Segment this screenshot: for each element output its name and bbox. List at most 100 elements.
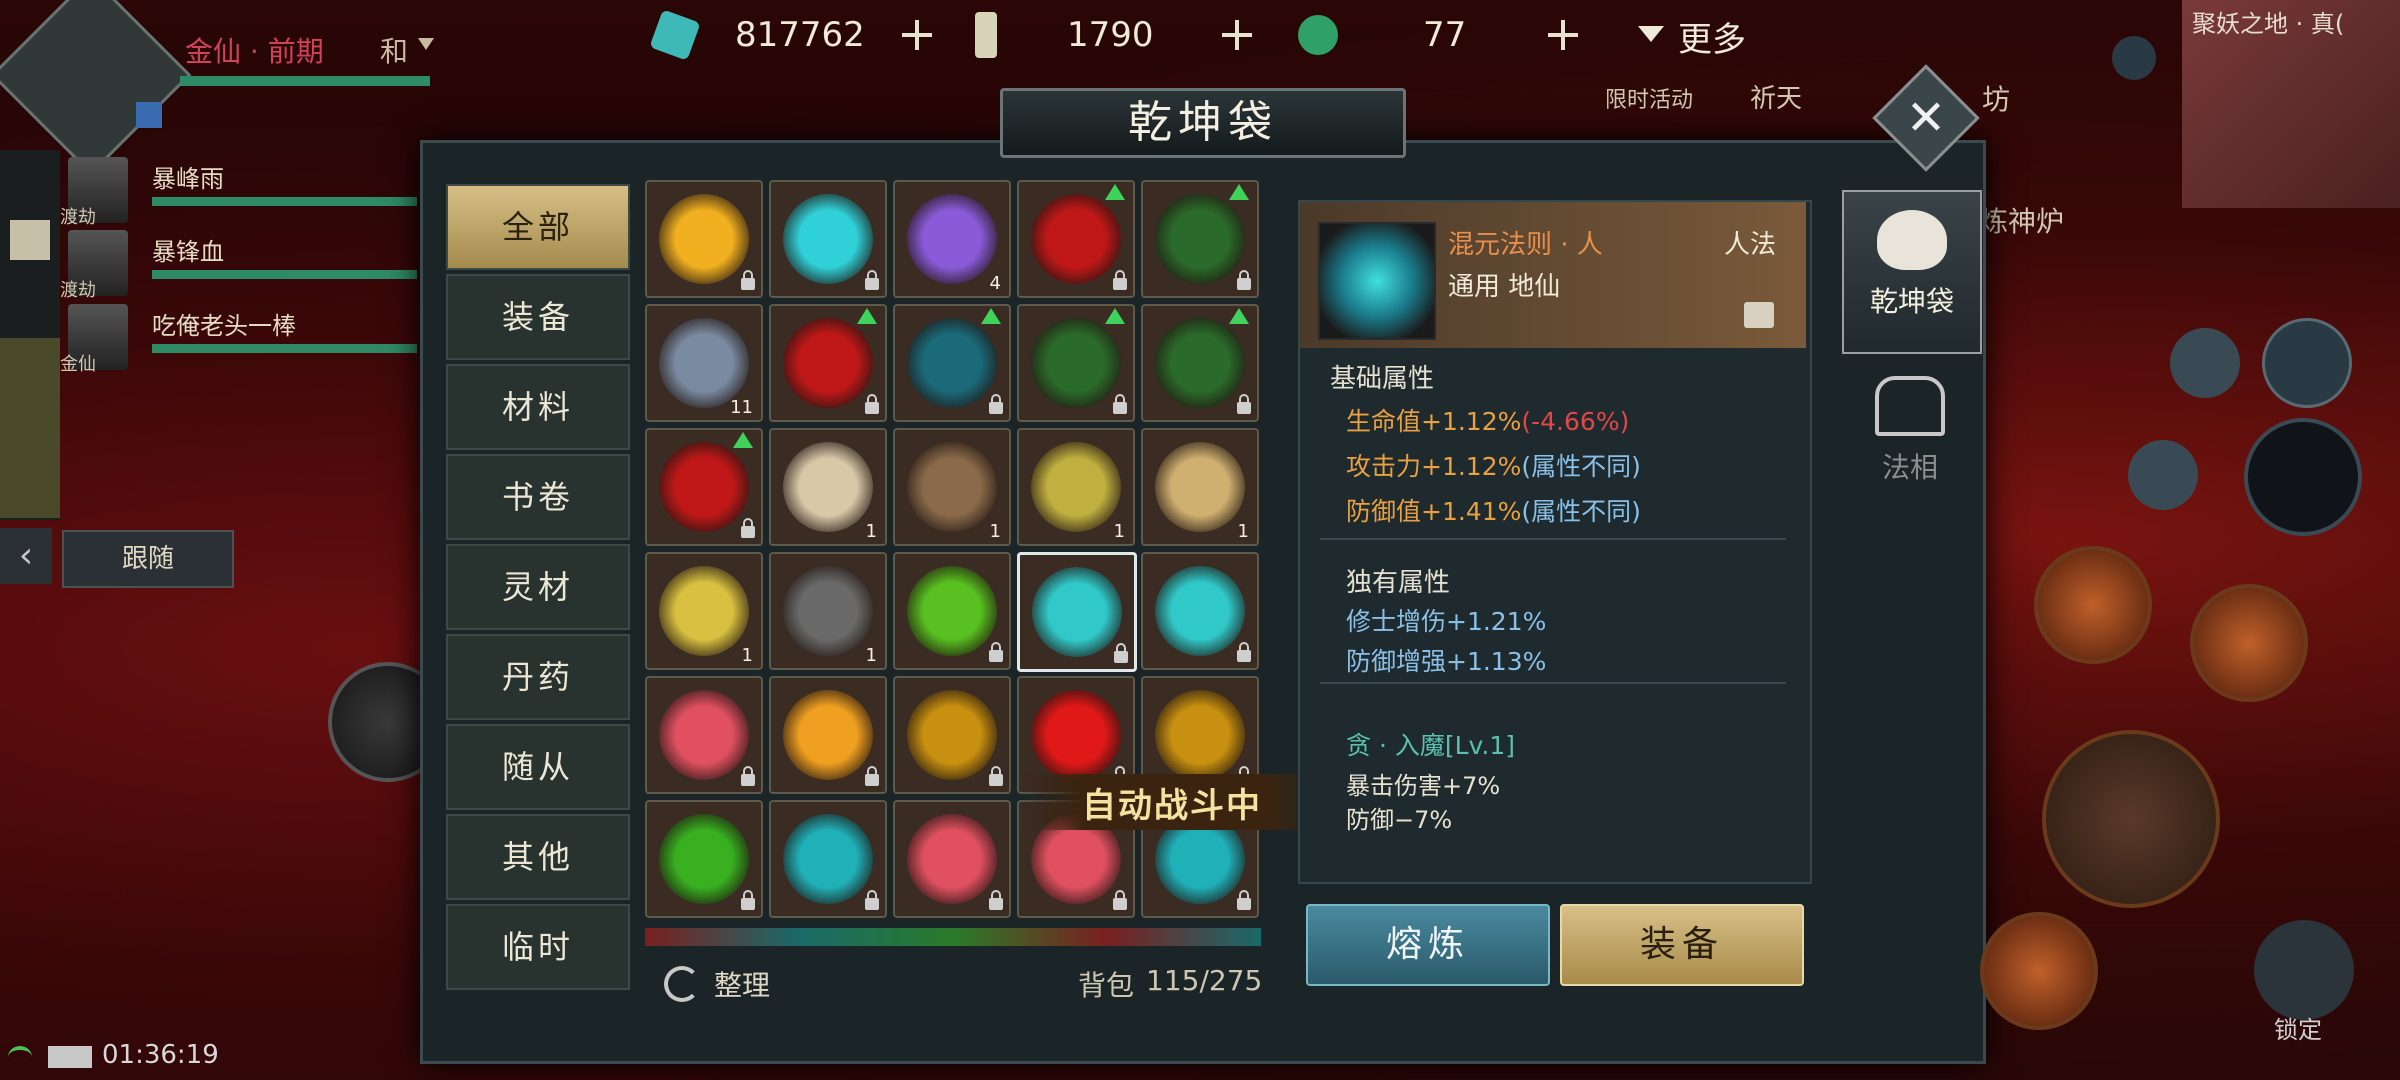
skill-2-icon[interactable]	[2190, 584, 2308, 702]
attr-def-value: 防御值+1.41%	[1346, 497, 1522, 526]
arrow-left-icon[interactable]	[2128, 440, 2198, 510]
sort-button[interactable]: 整理	[714, 964, 770, 1004]
party-member[interactable]: 暴锋血 渡劫	[60, 228, 417, 301]
inventory-slot[interactable]	[1141, 180, 1259, 298]
inventory-slot[interactable]	[645, 676, 763, 794]
inventory-slot[interactable]: 1	[1017, 428, 1135, 546]
party-member[interactable]: 暴峰雨 渡劫	[60, 155, 417, 228]
lock-icon	[865, 766, 879, 786]
inventory-slot[interactable]: 1	[893, 428, 1011, 546]
item-icon	[1031, 318, 1121, 408]
yin-yang-icon[interactable]	[2244, 418, 2362, 536]
inventory-slot[interactable]: 1	[769, 428, 887, 546]
inventory-slot[interactable]: 1	[645, 552, 763, 670]
inventory-slot[interactable]	[1017, 304, 1135, 422]
tab-all[interactable]: 全部	[446, 184, 630, 270]
inventory-slot[interactable]	[1141, 304, 1259, 422]
inventory-slot[interactable]	[645, 180, 763, 298]
item-count: 11	[730, 397, 753, 418]
inventory-slot[interactable]	[645, 800, 763, 918]
member-realm: 渡劫	[60, 207, 96, 228]
item-icon	[907, 442, 997, 532]
lock-icon	[1113, 394, 1127, 414]
more-chevron-icon[interactable]	[1638, 26, 1664, 42]
collapse-left-icon[interactable]: ‹	[0, 528, 52, 584]
limited-event-label[interactable]: 限时活动	[1605, 82, 1693, 114]
item-icon	[1155, 194, 1245, 284]
tab-books[interactable]: 书卷	[446, 454, 630, 540]
bag-icon	[1877, 210, 1947, 270]
chevron-down-icon[interactable]	[418, 38, 434, 50]
inventory-slot[interactable]: 1	[769, 552, 887, 670]
inventory-slot[interactable]	[893, 304, 1011, 422]
add-ring-button[interactable]	[1546, 18, 1580, 52]
member-name: 暴峰雨	[152, 165, 224, 193]
inventory-slot[interactable]	[1017, 552, 1137, 672]
grid-overflow-row	[645, 928, 1261, 946]
lock-icon	[1237, 270, 1251, 290]
skill-1-icon[interactable]	[2034, 546, 2152, 664]
flag-tab-icon[interactable]	[0, 338, 60, 518]
expand-arrow-icon[interactable]	[2112, 36, 2156, 80]
item-count: 1	[1113, 521, 1125, 542]
weapon-attack-icon[interactable]	[2042, 730, 2220, 908]
tab-materials[interactable]: 材料	[446, 364, 630, 450]
lock-icon	[989, 642, 1003, 662]
top-bar: 金仙 · 前期 和 817762 1790 77 更多 限时活动 祈天 坊 炼神…	[0, 0, 2400, 238]
skill-title: 贪 · 入魔[Lv.1]	[1346, 731, 1515, 760]
item-icon	[783, 814, 873, 904]
furnace-label[interactable]: 炼神炉	[1980, 200, 2064, 240]
target-icon[interactable]	[2262, 318, 2352, 408]
lock-icon	[989, 394, 1003, 414]
tab-bag[interactable]: 乾坤袋	[1842, 190, 1982, 354]
attr-hp-value: 生命值+1.12%	[1346, 407, 1522, 436]
smelt-button[interactable]: 熔炼	[1306, 904, 1550, 986]
tab-temporary[interactable]: 临时	[446, 904, 630, 990]
inventory-slot[interactable]	[769, 304, 887, 422]
lock-target-button[interactable]	[2254, 920, 2354, 1020]
inventory-slot[interactable]	[769, 676, 887, 794]
inventory-slot[interactable]	[645, 428, 763, 546]
inventory-slot[interactable]	[1141, 552, 1259, 670]
party-tab-icon[interactable]	[10, 220, 50, 260]
skill-3-icon[interactable]	[1980, 912, 2098, 1030]
item-icon	[907, 194, 997, 284]
more-button[interactable]: 更多	[1678, 12, 1746, 61]
lock-icon	[741, 518, 755, 538]
party-member[interactable]: 吃俺老头一棒 金仙	[60, 302, 417, 375]
item-icon	[1031, 690, 1121, 780]
tab-other[interactable]: 其他	[446, 814, 630, 900]
tab-pills[interactable]: 丹药	[446, 634, 630, 720]
tab-dharma[interactable]: 法相	[1842, 364, 1978, 524]
item-count: 1	[1237, 521, 1249, 542]
inventory-slot[interactable]: 1	[1141, 428, 1259, 546]
tab-followers[interactable]: 随从	[446, 724, 630, 810]
tab-equipment[interactable]: 装备	[446, 274, 630, 360]
inventory-slot[interactable]	[893, 552, 1011, 670]
sort-icon[interactable]	[664, 966, 700, 1002]
lock-icon	[1113, 270, 1127, 290]
inventory-slot[interactable]	[769, 800, 887, 918]
inventory-slot[interactable]	[1017, 180, 1135, 298]
bag-capacity: 115/275	[1146, 964, 1263, 997]
inventory-slot[interactable]	[893, 676, 1011, 794]
inventory-slot[interactable]: 4	[893, 180, 1011, 298]
lock-icon	[989, 890, 1003, 910]
inventory-slot[interactable]	[769, 180, 887, 298]
shop-label[interactable]: 坊	[1982, 78, 2010, 118]
follow-button[interactable]: 跟随	[62, 530, 234, 588]
bag-quick-icon[interactable]	[2170, 328, 2240, 398]
lock-icon[interactable]	[1744, 302, 1774, 328]
item-count: 1	[741, 645, 753, 666]
item-icon	[1031, 194, 1121, 284]
pray-label[interactable]: 祈天	[1750, 78, 1802, 115]
add-jade-button[interactable]	[900, 18, 934, 52]
inventory-slot[interactable]	[893, 800, 1011, 918]
inventory-slot[interactable]: 11	[645, 304, 763, 422]
item-count: 1	[865, 521, 877, 542]
add-token-button[interactable]	[1220, 18, 1254, 52]
equip-button[interactable]: 装备	[1560, 904, 1804, 986]
lock-icon	[1237, 394, 1251, 414]
member-name: 吃俺老头一棒	[152, 312, 296, 340]
tab-spirit-materials[interactable]: 灵材	[446, 544, 630, 630]
